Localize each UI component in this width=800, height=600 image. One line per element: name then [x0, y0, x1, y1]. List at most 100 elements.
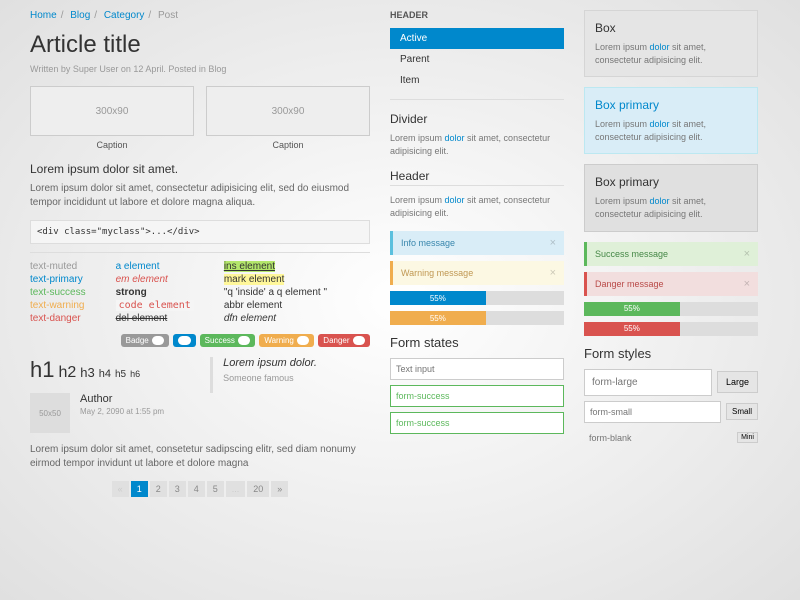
- input-small[interactable]: [584, 401, 721, 423]
- crumb-category[interactable]: Category: [104, 10, 145, 21]
- close-icon[interactable]: ×: [550, 267, 556, 279]
- author-text: Lorem ipsum dolor sit amet, consetetur s…: [30, 443, 370, 471]
- text-styles: text-muted text-primary text-success tex…: [30, 261, 370, 326]
- input-success[interactable]: [390, 385, 564, 407]
- image-placeholder: 300x90: [206, 86, 370, 136]
- box-title: Box primary: [595, 98, 747, 112]
- article-title: Article title: [30, 31, 370, 59]
- header-title: Header: [390, 169, 564, 183]
- page-ellipsis: ...: [226, 481, 246, 497]
- page-prev[interactable]: «: [112, 481, 129, 497]
- badge-success: Success4: [200, 334, 256, 347]
- nav-item-active[interactable]: Active: [390, 28, 564, 49]
- page-next[interactable]: »: [271, 481, 288, 497]
- progress-green: 55%: [584, 302, 758, 316]
- a-element[interactable]: a element: [116, 261, 160, 272]
- abbr-element: abbr element: [224, 300, 327, 311]
- paragraph: Lorem ipsum dolor sit amet, consectetur …: [30, 182, 370, 210]
- link[interactable]: dolor: [650, 119, 670, 129]
- message-info: Info message×: [390, 231, 564, 255]
- quote-text: Lorem ipsum dolor.: [223, 357, 317, 369]
- box-title: Box: [595, 21, 747, 35]
- badge-warning: Warning3: [259, 334, 314, 347]
- divider-text: Lorem ipsum dolor sit amet, consectetur …: [390, 132, 564, 157]
- dfn-element: dfn element: [224, 313, 276, 324]
- text-muted: text-muted: [30, 261, 86, 272]
- blockquote: Lorem ipsum dolor. Someone famous: [210, 357, 317, 393]
- box-default: Box Lorem ipsum dolor sit amet, consecte…: [584, 10, 758, 77]
- close-icon[interactable]: ×: [744, 278, 750, 290]
- page-4[interactable]: 4: [188, 481, 205, 497]
- crumb-current: Post: [158, 10, 178, 21]
- text-success: text-success: [30, 287, 86, 298]
- pagination: « 1 2 3 4 5 ... 20 »: [30, 481, 370, 497]
- q-element: "q 'inside' a q element ": [224, 287, 327, 298]
- page-20[interactable]: 20: [247, 481, 269, 497]
- badge-row: Badge1 1 Success4 Warning3 Danger4: [30, 334, 370, 347]
- divider-title: Divider: [390, 112, 564, 126]
- quote-author: Someone famous: [223, 373, 317, 383]
- text-danger: text-danger: [30, 313, 86, 324]
- form-states-title: Form states: [390, 335, 564, 350]
- input-blank[interactable]: [584, 428, 732, 448]
- author-name: Author: [80, 393, 164, 405]
- text-primary: text-primary: [30, 274, 86, 285]
- box-text: Lorem ipsum dolor sit amet, consectetur …: [595, 118, 747, 143]
- h5-sample: h5: [115, 369, 126, 380]
- nav-item-item[interactable]: Item: [390, 70, 564, 91]
- small-button[interactable]: Small: [726, 403, 758, 420]
- mark-element: mark element: [224, 274, 285, 285]
- crumb-blog[interactable]: Blog: [70, 10, 90, 21]
- em-element: em element: [116, 274, 194, 285]
- progress-blue: 55%: [390, 291, 564, 305]
- author-date: May 2, 2090 at 1:55 pm: [80, 407, 164, 416]
- crumb-home[interactable]: Home: [30, 10, 57, 21]
- close-icon[interactable]: ×: [744, 248, 750, 260]
- page-2[interactable]: 2: [150, 481, 167, 497]
- box-grey: Box primary Lorem ipsum dolor sit amet, …: [584, 164, 758, 231]
- link[interactable]: dolor: [650, 42, 670, 52]
- h3-sample: h3: [80, 365, 94, 380]
- input-large[interactable]: [584, 369, 712, 396]
- input-success[interactable]: [390, 412, 564, 434]
- message-warning: Warning message×: [390, 261, 564, 285]
- header-text: Lorem ipsum dolor sit amet, consectetur …: [390, 194, 564, 219]
- link[interactable]: dolor: [445, 133, 465, 143]
- nav-item-parent[interactable]: Parent: [390, 49, 564, 70]
- box-text: Lorem ipsum dolor sit amet, consectetur …: [595, 195, 747, 220]
- strong-element: strong: [116, 287, 147, 298]
- text-warning: text-warning: [30, 300, 86, 311]
- article-meta: Written by Super User on 12 April. Poste…: [30, 64, 370, 74]
- progress-orange: 55%: [390, 311, 564, 325]
- page-1[interactable]: 1: [131, 481, 148, 497]
- h4-sample: h4: [99, 368, 111, 380]
- page-5[interactable]: 5: [207, 481, 224, 497]
- image-placeholder: 300x90: [30, 86, 194, 136]
- page-3[interactable]: 3: [169, 481, 186, 497]
- large-button[interactable]: Large: [717, 371, 758, 393]
- box-text: Lorem ipsum dolor sit amet, consectetur …: [595, 41, 747, 66]
- ins-element: ins element: [224, 261, 275, 272]
- avatar: 50x50: [30, 393, 70, 433]
- badge-primary: 1: [173, 334, 195, 347]
- lead-text: Lorem ipsum dolor sit amet.: [30, 162, 370, 176]
- code-element: code element: [116, 300, 194, 311]
- message-success: Success message×: [584, 242, 758, 266]
- mini-button[interactable]: Mini: [737, 432, 758, 443]
- progress-red: 55%: [584, 322, 758, 336]
- link[interactable]: dolor: [445, 195, 465, 205]
- h2-sample: h2: [58, 364, 76, 382]
- box-title: Box primary: [595, 175, 747, 189]
- code-block: <div class="myclass">...</div>: [30, 220, 370, 244]
- image-box: 300x90 Caption: [30, 86, 194, 150]
- h6-sample: h6: [130, 369, 140, 379]
- badge-default: Badge1: [121, 334, 170, 347]
- box-primary: Box primary Lorem ipsum dolor sit amet, …: [584, 87, 758, 154]
- link[interactable]: dolor: [650, 196, 670, 206]
- breadcrumb: Home/ Blog/ Category/ Post: [30, 10, 370, 21]
- close-icon[interactable]: ×: [550, 237, 556, 249]
- text-input[interactable]: [390, 358, 564, 380]
- author-block: 50x50 Author May 2, 2090 at 1:55 pm: [30, 393, 370, 433]
- del-element: del element: [116, 313, 168, 324]
- form-styles-title: Form styles: [584, 346, 758, 361]
